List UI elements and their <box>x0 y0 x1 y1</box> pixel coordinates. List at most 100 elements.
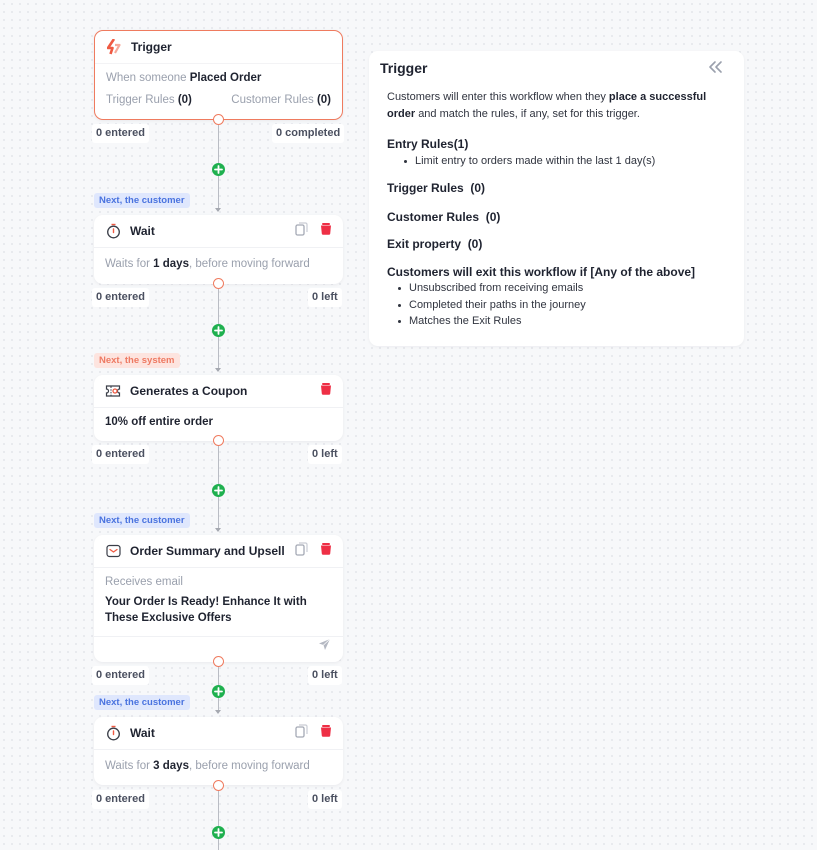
connector-arrow <box>215 368 221 372</box>
trigger-rules-label: Trigger Rules <box>106 94 175 106</box>
plus-icon <box>214 486 223 495</box>
step-actor-tag: Next, the customer <box>94 513 190 528</box>
completed-count: 0 completed <box>272 124 345 143</box>
left-count: 0 left <box>308 666 342 685</box>
entered-count: 0 entered <box>92 790 149 809</box>
customer-rules-label: Customer Rules <box>231 94 314 106</box>
exit-property-count: (0) <box>467 237 483 251</box>
exit-condition-item: Completed their paths in the journey <box>387 297 732 314</box>
customer-rules-label: Customer Rules <box>387 209 480 224</box>
plus-icon <box>214 687 223 696</box>
step-actor-tag: Next, the customer <box>94 193 190 208</box>
wait-node[interactable]: Wait Waits for 1 days, before moving for… <box>94 215 343 284</box>
add-step-button[interactable] <box>212 484 225 497</box>
email-node[interactable]: Order Summary and Upsell Receives email … <box>94 535 343 662</box>
left-count: 0 left <box>308 288 342 307</box>
left-count: 0 left <box>308 445 342 464</box>
customer-rules-heading: Customer Rules (0) <box>387 209 732 226</box>
entry-rules-label: Entry Rules <box>387 137 454 151</box>
trigger-event-prefix: When someone <box>106 72 187 84</box>
intro-prefix: Customers will enter this workflow when … <box>387 91 606 103</box>
exit-property-label: Exit property <box>387 237 462 251</box>
stopwatch-icon <box>105 725 121 741</box>
coupon-node[interactable]: Generates a Coupon 10% off entire order <box>94 375 343 441</box>
intro-suffix: and match the rules, if any, set for thi… <box>418 107 640 120</box>
entered-count: 0 entered <box>92 445 149 464</box>
duplicate-icon[interactable] <box>295 221 308 241</box>
trigger-rules-heading: Trigger Rules (0) <box>387 180 732 197</box>
email-subject: Your Order Is Ready! Enhance It with The… <box>105 596 307 624</box>
wait-prefix: Waits for <box>105 258 150 270</box>
connector-arrow <box>215 208 221 212</box>
entered-count: 0 entered <box>92 288 149 307</box>
entered-count: 0 entered <box>92 666 149 685</box>
output-port[interactable] <box>213 435 224 446</box>
wait-duration: 3 days <box>153 760 189 772</box>
entry-rule-item: Limit entry to orders made within the la… <box>393 153 732 170</box>
delete-icon[interactable] <box>320 542 332 560</box>
trigger-rules-summary[interactable]: Trigger Rules (0) <box>106 94 192 106</box>
customer-rules-count: (0) <box>316 94 331 106</box>
node-title: Trigger <box>131 40 172 54</box>
add-step-button[interactable] <box>212 826 225 839</box>
node-title: Wait <box>130 726 155 740</box>
coupon-description: 10% off entire order <box>105 416 213 428</box>
plus-icon <box>214 165 223 174</box>
wait-suffix: , before moving forward <box>188 258 310 270</box>
trigger-node[interactable]: Trigger When someone Placed Order Trigge… <box>94 30 343 120</box>
exit-condition-item: Matches the Exit Rules <box>387 313 732 330</box>
trigger-rules-count: (0) <box>470 181 486 195</box>
exit-condition-item: Unsubscribed from receiving emails <box>387 280 732 297</box>
exit-property-heading: Exit property (0) <box>387 236 732 253</box>
email-label: Receives email <box>105 576 183 588</box>
output-port[interactable] <box>213 278 224 289</box>
panel-intro: Customers will enter this workflow when … <box>387 89 732 122</box>
output-port[interactable] <box>213 656 224 667</box>
entry-rules-count: (1) <box>453 137 469 151</box>
duplicate-icon[interactable] <box>295 723 308 743</box>
delete-icon[interactable] <box>320 222 332 240</box>
wait-suffix: , before moving forward <box>188 760 310 772</box>
workflow-canvas[interactable]: Trigger When someone Placed Order Trigge… <box>0 0 817 850</box>
add-step-button[interactable] <box>212 685 225 698</box>
connector-arrow <box>215 528 221 532</box>
coupon-icon <box>105 383 121 399</box>
connector-arrow <box>215 710 221 714</box>
trigger-rules-label: Trigger Rules <box>387 181 464 195</box>
entered-count: 0 entered <box>92 124 149 143</box>
wait-node[interactable]: Wait Waits for 3 days, before moving for… <box>94 717 343 785</box>
plus-icon <box>214 828 223 837</box>
node-title: Wait <box>130 224 155 238</box>
send-test-icon[interactable] <box>318 638 331 656</box>
step-actor-tag: Next, the system <box>94 353 180 368</box>
delete-icon[interactable] <box>320 724 332 742</box>
lightning-icon <box>106 39 122 55</box>
exit-conditions-heading: Customers will exit this workflow if [An… <box>387 264 696 279</box>
trigger-rules-count: (0) <box>177 94 192 106</box>
wait-duration: 1 days <box>153 258 189 270</box>
collapse-panel-icon[interactable] <box>708 60 726 78</box>
customer-rules-count: (0) <box>485 209 501 224</box>
delete-icon[interactable] <box>320 382 332 400</box>
email-icon <box>105 543 121 559</box>
left-count: 0 left <box>308 790 342 809</box>
exit-conditions-list: Unsubscribed from receiving emails Compl… <box>387 280 732 330</box>
entry-rules-heading: Entry Rules(1) <box>387 136 732 153</box>
connector-line <box>218 790 219 850</box>
trigger-details-panel: Trigger Customers will enter this workfl… <box>369 51 744 346</box>
output-port[interactable] <box>213 114 224 125</box>
duplicate-icon[interactable] <box>295 541 308 561</box>
plus-icon <box>214 326 223 335</box>
add-step-button[interactable] <box>212 163 225 176</box>
node-title: Generates a Coupon <box>130 384 248 398</box>
step-actor-tag: Next, the customer <box>94 695 190 710</box>
output-port[interactable] <box>213 780 224 791</box>
node-title: Order Summary and Upsell <box>130 544 285 558</box>
wait-prefix: Waits for <box>105 760 150 772</box>
panel-title: Trigger <box>380 60 428 76</box>
trigger-event-name: Placed Order <box>189 72 262 84</box>
stopwatch-icon <box>105 223 121 239</box>
customer-rules-summary[interactable]: Customer Rules (0) <box>231 94 331 106</box>
add-step-button[interactable] <box>212 324 225 337</box>
entry-rules-list: Limit entry to orders made within the la… <box>393 153 732 170</box>
